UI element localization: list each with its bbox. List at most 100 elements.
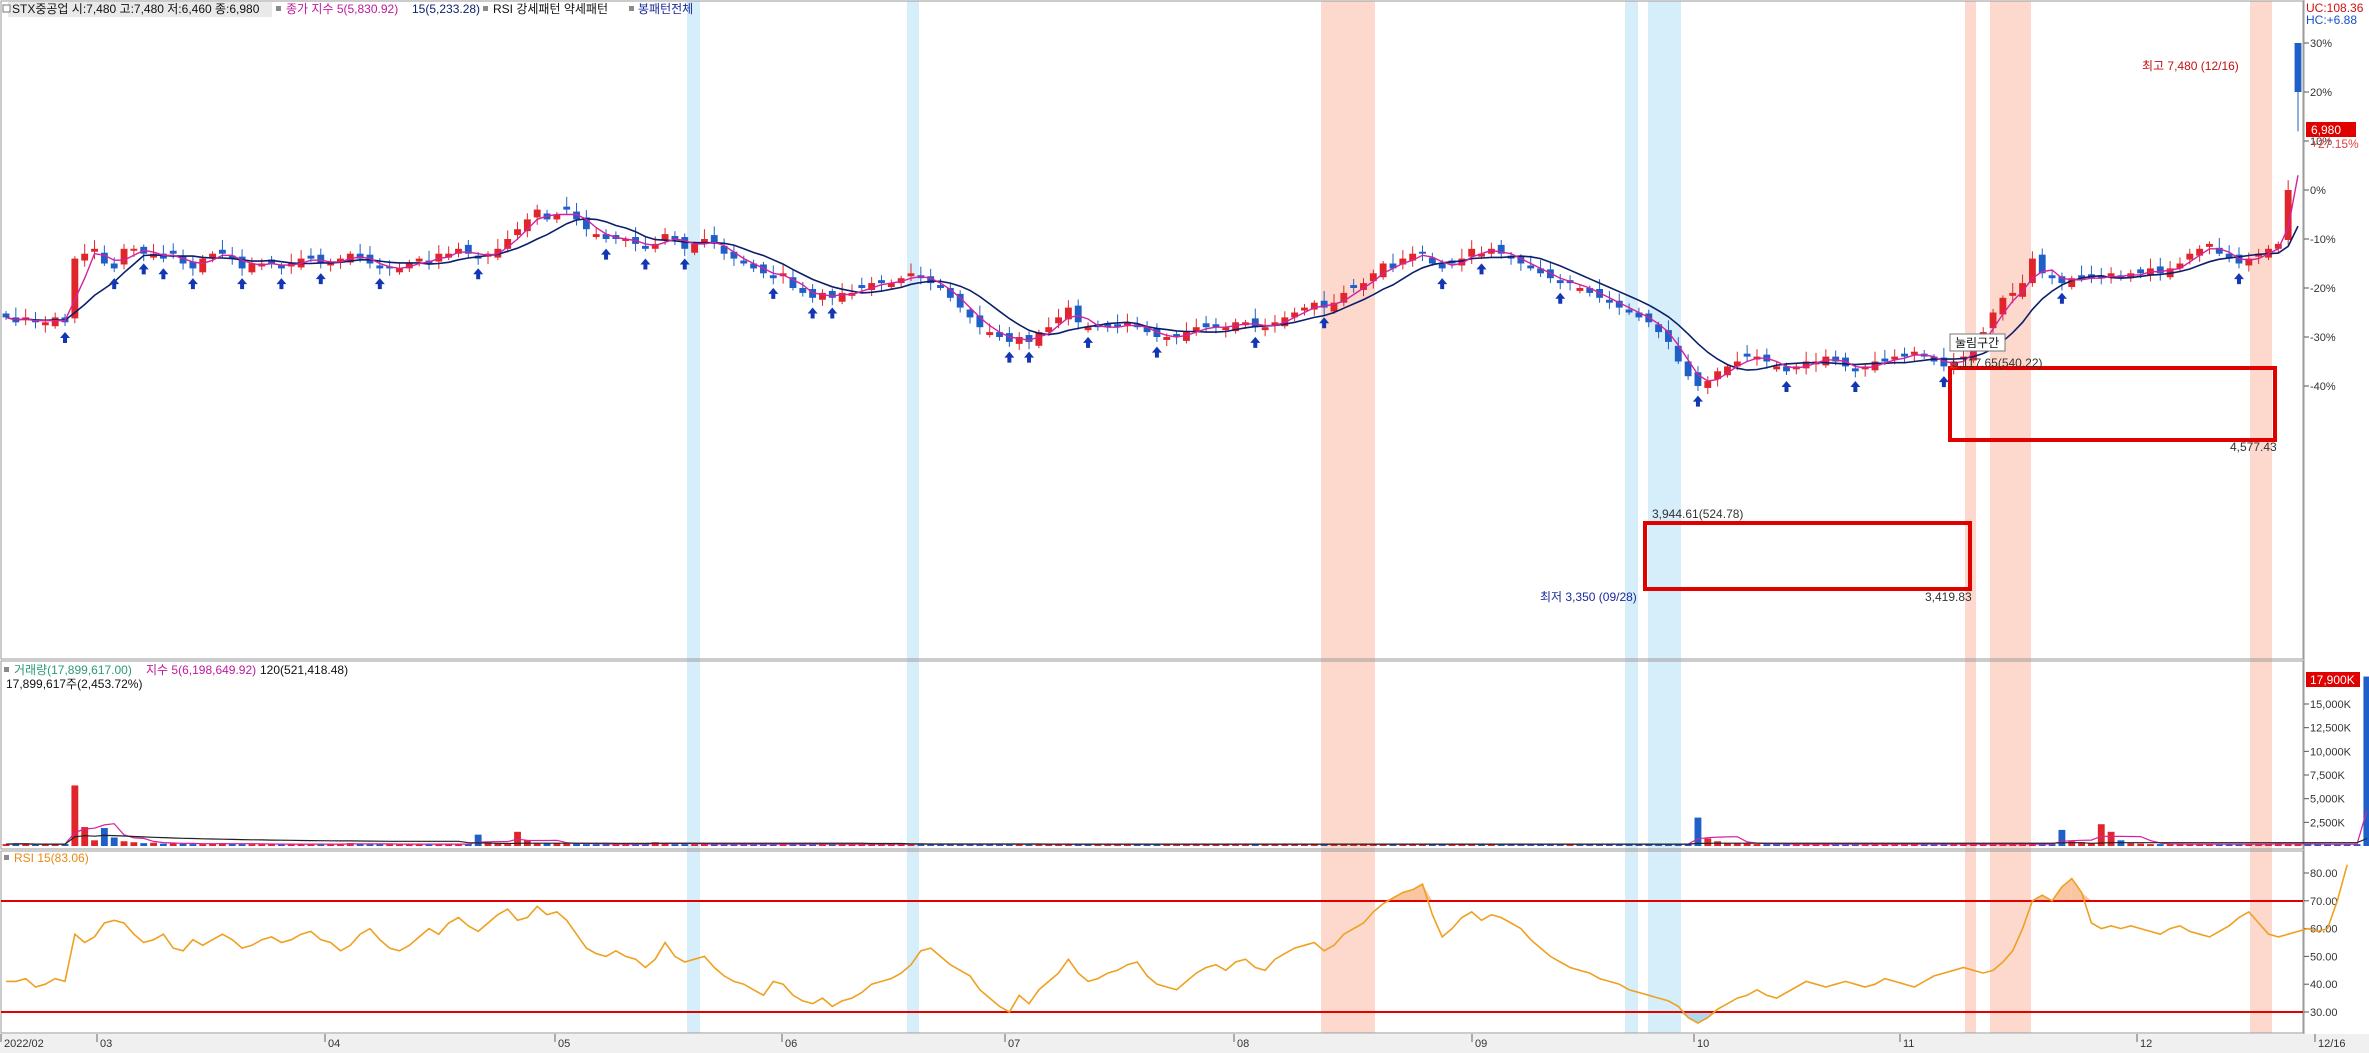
candle-body	[376, 265, 384, 269]
candle-body	[248, 263, 256, 273]
volume-tick-label: 7,500K	[2310, 770, 2346, 782]
candle-body	[1773, 366, 1781, 370]
highlight-band-7	[2250, 1, 2272, 1033]
candle-body	[415, 258, 423, 262]
volume-bar	[2058, 829, 2066, 846]
candle-body	[1743, 353, 1751, 357]
candle-body	[2, 313, 10, 318]
candle-body	[2107, 273, 2115, 277]
price-tick-label: -20%	[2310, 283, 2336, 295]
volume-bar	[199, 844, 207, 846]
candle-body	[218, 249, 226, 254]
candle-body	[878, 280, 885, 284]
volume-tick-label: 5,000K	[2310, 794, 2346, 806]
candle-body	[1881, 358, 1889, 362]
candle-body	[1527, 265, 1535, 269]
volume-bar	[474, 834, 482, 846]
candle-body	[641, 245, 649, 249]
candle-body	[1183, 332, 1190, 341]
volume-bar	[592, 844, 600, 846]
candle-body	[2206, 243, 2213, 247]
candle-body	[169, 250, 177, 254]
highlight-band-6	[1990, 1, 2031, 1033]
volume-bar	[691, 844, 699, 846]
candle-body	[740, 260, 748, 264]
volume-bar	[563, 843, 571, 846]
box2-top-annotation: 5,117.65(540.22)	[1952, 356, 2043, 370]
candle-body	[2038, 254, 2046, 274]
candle-body	[533, 209, 541, 218]
volume-ma5-legend-label: 지수 5(6,198,649.92)	[146, 663, 256, 677]
volume-bar	[248, 844, 256, 846]
candle-body	[1576, 288, 1584, 291]
candle-body	[691, 243, 699, 253]
stock-info-label: STX중공업 시:7,480 고:7,480 저:6,460 종:6,980	[12, 2, 260, 16]
volume-bar	[91, 840, 98, 846]
volume-bar	[2107, 831, 2115, 846]
volume-bar	[2156, 844, 2164, 846]
volume-bar	[110, 837, 118, 846]
volume-bar	[2137, 843, 2145, 846]
volume-bar	[504, 844, 512, 846]
candle-body	[1202, 323, 1210, 328]
candle-body	[1625, 309, 1633, 313]
candle-body	[563, 206, 571, 210]
volume-bar	[681, 844, 689, 846]
price-tick-label: 0%	[2310, 185, 2326, 197]
candle-body	[1261, 327, 1269, 331]
highlight-band-2	[1321, 1, 1375, 1033]
candle-body	[1438, 263, 1446, 269]
low-annotation: 최저 3,350 (09/28)	[1540, 590, 1637, 604]
price-tick-label: 30%	[2310, 38, 2332, 50]
candle-body	[514, 229, 521, 236]
high-annotation: 최고 7,480 (12/16)	[2142, 59, 2239, 73]
candle-body	[2058, 276, 2066, 284]
volume-bar	[238, 844, 246, 846]
highlight-band-3	[1625, 1, 1638, 1033]
x-tick-label: 05	[558, 1038, 570, 1050]
candle-body	[799, 288, 807, 293]
candle-body	[1350, 285, 1358, 288]
last-price-label: 6,980	[2311, 123, 2341, 137]
volume-tick-label: 12,500K	[2310, 723, 2352, 735]
candle-body	[986, 332, 994, 336]
x-tick-label: 10	[1697, 1038, 1709, 1050]
candle-body	[110, 263, 118, 269]
volume-ma120-legend-label: 120(521,418.48)	[260, 663, 348, 677]
rsi-tick-label: 40.00	[2310, 979, 2338, 991]
candle-body	[661, 234, 669, 240]
volume-tick-label: 2,500K	[2310, 817, 2346, 829]
candle-body	[1910, 351, 1918, 355]
stock-chart[interactable]: 30%20%10%0%-10%-20%-30%-40% 15,000K12,50…	[0, 0, 2369, 1053]
candle-body	[592, 234, 600, 238]
x-tick-label: 2022/02	[4, 1038, 44, 1050]
x-axis-bar	[0, 1034, 2369, 1053]
candle-body	[1163, 337, 1171, 340]
highlight-band-1	[907, 1, 919, 1033]
hc-label: HC:+6.88	[2306, 13, 2357, 27]
candle-body	[120, 248, 128, 265]
ma5-legend-label: 종가 지수 5(5,830.92)	[286, 2, 398, 16]
candle-body	[2048, 275, 2056, 279]
candle-body	[907, 273, 915, 277]
candle-body	[1901, 353, 1908, 357]
candle-body	[2009, 292, 2017, 296]
highlight-band-5	[1965, 1, 1976, 1033]
volume-bar	[1704, 838, 1712, 846]
x-tick-label: 04	[328, 1038, 340, 1050]
candle-body	[2137, 269, 2145, 274]
volume-bar	[100, 828, 108, 846]
volume-bar	[671, 844, 679, 846]
rsi-legend: RSI 15(83.06)	[4, 851, 89, 865]
candle-body	[769, 275, 777, 279]
volume-bar	[1694, 817, 1702, 846]
last-volume-label: 17,900K	[2310, 673, 2355, 687]
x-tick-label: 07	[1008, 1038, 1020, 1050]
volume-bar	[189, 844, 197, 846]
rsi-legend-label: RSI 15(83.06)	[14, 851, 89, 865]
candle-body	[41, 322, 49, 326]
price-tick-label: -40%	[2310, 381, 2336, 393]
last-change-label: +27.15%	[2311, 137, 2359, 151]
volume-bar	[130, 842, 138, 846]
ma15-legend-label: 15(5,233.28)	[412, 2, 480, 16]
